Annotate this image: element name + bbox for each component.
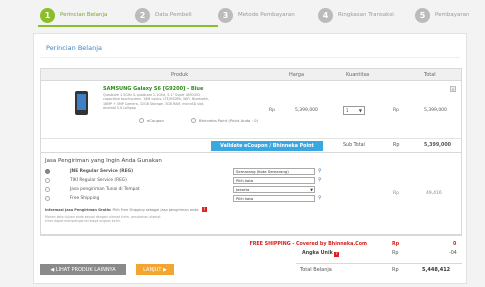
remove-item-icon[interactable]: × xyxy=(450,86,456,92)
product-description: Quadcore 1.5GHz & quadcore 2.1GHz, 5.1" … xyxy=(103,93,209,110)
radio-button[interactable] xyxy=(45,187,50,192)
radio-button[interactable] xyxy=(139,118,144,123)
subtotal-label: Sub Total xyxy=(343,143,365,148)
radio-button[interactable] xyxy=(45,169,50,174)
step-number: 1 xyxy=(40,7,55,23)
quantity-select[interactable]: 1 ▼ xyxy=(343,106,365,115)
divider xyxy=(40,57,460,58)
card-title: Perincian Belanja xyxy=(46,44,102,52)
radio-button[interactable] xyxy=(191,118,196,123)
free-shipping-row: FREE SHIPPING - Covered by Bhinneka.Com … xyxy=(40,242,462,251)
city-value: Semarang (Kota Semarang) xyxy=(236,169,289,174)
shipping-cost-currency: Rp xyxy=(393,191,399,196)
note-text: Pilih Free Shipping sebagai jasa pengiri… xyxy=(112,208,199,212)
grand-total-value: 5,448,412 xyxy=(422,267,451,273)
chevron-down-icon: ▼ xyxy=(310,187,313,192)
ecoupon-option[interactable]: eCoupon xyxy=(139,118,164,123)
cart-table: Produk Harga Kuantitas Total SAMSUNG Gal… xyxy=(40,68,462,236)
city-input-free[interactable]: Pilih kota xyxy=(233,195,315,202)
price-currency: Rp xyxy=(269,108,275,113)
step-label: Ringkasan Transaksi xyxy=(338,12,394,18)
city-select-cod[interactable]: Jakarta ▼ xyxy=(233,186,315,193)
address-note: Mohon kota tujuan anda sesuai dengan ala… xyxy=(45,215,161,223)
shipping-name: JNE Regular Service (REG) xyxy=(70,169,134,174)
shipping-name: TIKI Regular Service (REG) xyxy=(70,178,127,183)
radio-button[interactable] xyxy=(45,196,50,201)
step-5[interactable]: 5 Pembayaran xyxy=(415,7,469,23)
free-shipping-label: FREE SHIPPING - Covered by Bhinneka.Com xyxy=(249,242,367,247)
step-4[interactable]: 4 Ringkasan Transaksi xyxy=(318,7,394,23)
product-image xyxy=(75,91,88,115)
unique-number-row: Angka Unik ? Rp -04 xyxy=(40,251,462,260)
step-label: Pembayaran xyxy=(435,12,470,18)
free-shipping-value: 0 xyxy=(453,242,457,247)
step-label: Perincian Belanja xyxy=(60,12,108,18)
shipping-option-tiki[interactable]: TIKI Regular Service (REG) xyxy=(45,177,127,184)
free-shipping-note: Informasi Jasa Pengiriman Gratis: Pilih … xyxy=(45,207,207,212)
shipping-option-jne[interactable]: JNE Regular Service (REG) xyxy=(45,168,133,175)
city-input-tiki[interactable]: Pilih kota xyxy=(233,177,315,184)
table-header: Produk Harga Kuantitas Total xyxy=(41,69,461,81)
header-product: Produk xyxy=(171,72,189,78)
shipping-name: Free Shipping xyxy=(70,196,100,201)
validate-coupon-button[interactable]: Validate eCoupon / Bhinneka Point xyxy=(211,141,323,151)
step-1[interactable]: 1 Perincian Belanja xyxy=(40,7,107,23)
validate-row: Validate eCoupon / Bhinneka Point Sub To… xyxy=(41,139,461,153)
subtotal-currency: Rp xyxy=(393,143,400,148)
grand-total-currency: Rp xyxy=(392,267,399,273)
search-icon[interactable]: ⚲ xyxy=(318,169,323,174)
quantity-value: 1 xyxy=(346,108,349,113)
unique-number-currency: Rp xyxy=(392,251,399,256)
shipping-option-cod[interactable]: Jasa pengiriman Tunai di Tempat xyxy=(45,186,140,193)
city-value: Jakarta xyxy=(236,187,250,192)
step-number: 4 xyxy=(318,7,333,23)
step-number: 3 xyxy=(218,7,233,23)
continue-button[interactable]: LANJUT ▶ xyxy=(136,264,174,275)
info-icon[interactable]: ? xyxy=(201,207,207,212)
product-row: SAMSUNG Galaxy S6 [G9200] - Blue Quadcor… xyxy=(41,81,461,139)
info-icon[interactable]: ? xyxy=(334,252,339,257)
step-3[interactable]: 3 Metode Pembayaran xyxy=(218,7,295,23)
shipping-cost-value: 49,416 xyxy=(426,191,442,196)
grand-total-row: Total Belanja Rp 5,448,412 xyxy=(296,263,462,276)
grand-total-label: Total Belanja xyxy=(300,267,332,273)
shipping-option-free[interactable]: Free Shipping xyxy=(45,195,99,202)
header-price: Harga xyxy=(289,72,305,78)
chevron-down-icon: ▼ xyxy=(358,108,362,113)
step-number: 5 xyxy=(415,7,430,23)
radio-button[interactable] xyxy=(45,178,50,183)
shipping-section: Jasa Pengiriman yang Ingin Anda Gunakan … xyxy=(41,153,461,235)
city-value: Pilih kota xyxy=(236,196,254,201)
header-total: Total xyxy=(424,72,436,78)
checkout-stepper: 1 Perincian Belanja 2 Data Pembeli 3 Met… xyxy=(0,0,485,30)
option-label: Bhinneka Point (Point Anda : 0) xyxy=(199,118,258,123)
search-icon[interactable]: ⚲ xyxy=(318,178,323,183)
product-name[interactable]: SAMSUNG Galaxy S6 [G9200] - Blue xyxy=(103,86,203,92)
progress-bar xyxy=(38,25,218,27)
city-value: Pilih kota xyxy=(236,178,254,183)
step-label: Metode Pembayaran xyxy=(238,12,295,18)
free-shipping-currency: Rp xyxy=(392,242,400,247)
unique-number-value: -04 xyxy=(449,251,457,256)
unique-number-label: Angka Unik xyxy=(302,251,333,256)
total-value: 5,399,000 xyxy=(424,108,447,113)
city-input-jne[interactable]: Semarang (Kota Semarang) xyxy=(233,168,315,175)
shipping-name: Jasa pengiriman Tunai di Tempat xyxy=(70,187,140,192)
total-currency: Rp xyxy=(393,108,399,113)
price-value: 5,399,000 xyxy=(295,108,318,113)
bhinneka-point-option[interactable]: Bhinneka Point (Point Anda : 0) xyxy=(191,118,258,123)
see-other-products-button[interactable]: ◀ LIHAT PRODUK LAINNYA xyxy=(40,264,126,275)
header-qty: Kuantitas xyxy=(346,72,370,78)
step-2[interactable]: 2 Data Pembeli xyxy=(135,7,192,23)
note-bold: Informasi Jasa Pengiriman Gratis: xyxy=(45,208,112,212)
step-label: Data Pembeli xyxy=(155,12,192,18)
shipping-title: Jasa Pengiriman yang Ingin Anda Gunakan xyxy=(45,158,162,164)
cart-card: Perincian Belanja Produk Harga Kuantitas… xyxy=(33,33,467,284)
step-number: 2 xyxy=(135,7,150,23)
search-icon[interactable]: ⚲ xyxy=(318,196,323,201)
option-label: eCoupon xyxy=(147,118,164,123)
subtotal-value: 5,399,000 xyxy=(424,143,452,148)
